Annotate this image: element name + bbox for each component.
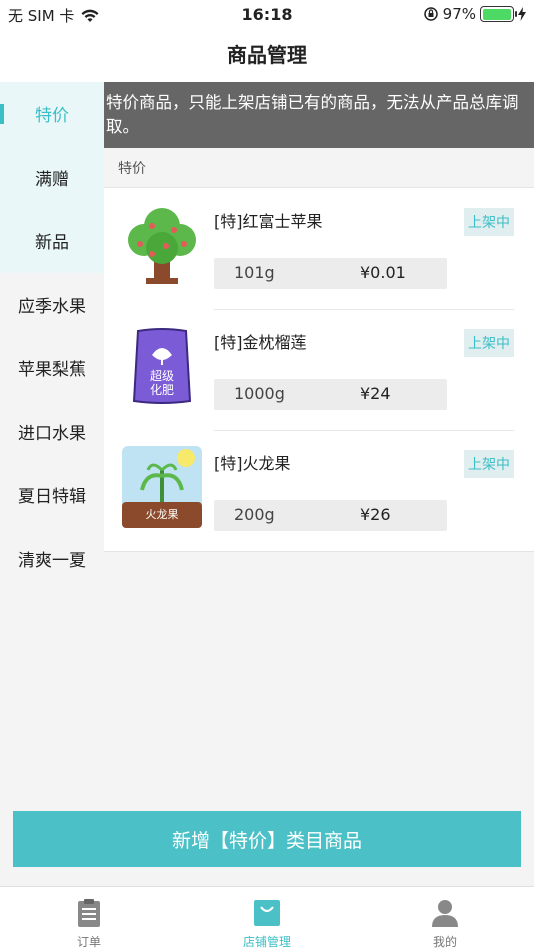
sidebar-item-apple-pear-banana[interactable]: 苹果梨蕉	[0, 336, 104, 400]
product-item[interactable]: [特]红富士苹果 上架中 101g ¥0.01	[104, 188, 534, 309]
product-list: [特]红富士苹果 上架中 101g ¥0.01 超级 化肥 [特]金枕榴莲 上架…	[104, 188, 534, 552]
product-weight: 200g	[234, 505, 275, 524]
tab-orders[interactable]: 订单	[0, 887, 178, 950]
section-header: 特价	[104, 148, 534, 188]
add-category-product-button[interactable]: 新增【特价】类目商品	[13, 811, 521, 867]
page-title: 商品管理	[227, 43, 307, 67]
apple-tree-thumbnail	[128, 208, 196, 284]
sidebar-item-label: 特价	[35, 106, 69, 127]
product-spec: 200g ¥26	[214, 500, 447, 531]
product-name: [特]火龙果	[214, 454, 291, 473]
person-icon	[432, 900, 458, 927]
product-weight: 1000g	[234, 384, 285, 403]
nav-bar: 商品管理	[0, 28, 534, 82]
sidebar-item-gift[interactable]: 满赠	[0, 145, 104, 209]
status-badge: 上架中	[464, 329, 514, 357]
tab-store-management[interactable]: 店铺管理	[178, 887, 356, 950]
fertilizer-bag-thumbnail: 超级 化肥	[132, 328, 192, 404]
battery-fill	[482, 8, 511, 20]
product-spec: 101g ¥0.01	[214, 258, 447, 289]
status-bar: 无 SIM 卡 16:18 97%	[0, 0, 534, 28]
category-sidebar: 特价 满赠 新品 应季水果 苹果梨蕉 进口水果 夏日特辑 清爽一夏	[0, 82, 104, 802]
sidebar-item-label: 应季水果	[18, 296, 86, 317]
charging-icon	[518, 7, 526, 21]
notice-banner: 特价商品，只能上架店铺已有的商品，无法从产品总库调取。	[104, 82, 534, 148]
product-price: ¥26	[360, 505, 391, 524]
sidebar-item-label: 夏日特辑	[18, 487, 86, 508]
sidebar-item-special[interactable]: 特价	[0, 82, 104, 146]
tab-bar: 订单 店铺管理 我的	[0, 886, 534, 950]
sidebar-item-label: 清爽一夏	[18, 550, 86, 571]
sidebar-item-label: 进口水果	[18, 423, 86, 444]
status-badge: 上架中	[464, 450, 514, 478]
clipboard-icon	[78, 899, 100, 927]
sidebar-item-label: 苹果梨蕉	[18, 360, 86, 381]
sidebar-item-summer-special[interactable]: 夏日特辑	[0, 463, 104, 527]
sidebar-item-seasonal[interactable]: 应季水果	[0, 273, 104, 337]
thumbnail-text: 化肥	[150, 383, 174, 397]
dragon-fruit-thumbnail: 火龙果	[122, 446, 202, 528]
thumbnail-text: 超级	[150, 368, 174, 383]
product-name: [特]红富士苹果	[214, 212, 323, 231]
battery-icon	[480, 6, 517, 22]
tab-profile[interactable]: 我的	[356, 887, 534, 950]
orientation-lock-icon	[423, 7, 438, 21]
shopping-bag-icon	[254, 900, 280, 926]
status-right: 97%	[423, 5, 526, 23]
sidebar-item-imported[interactable]: 进口水果	[0, 400, 104, 464]
product-price: ¥0.01	[360, 263, 406, 282]
product-item[interactable]: 火龙果 [特]火龙果 上架中 200g ¥26	[104, 430, 534, 551]
tab-label: 订单	[76, 935, 101, 949]
sidebar-item-cool-summer[interactable]: 清爽一夏	[0, 527, 104, 591]
tab-label: 店铺管理	[242, 935, 291, 949]
thumbnail-label: 火龙果	[146, 508, 179, 521]
status-badge: 上架中	[464, 208, 514, 236]
product-name: [特]金枕榴莲	[214, 333, 307, 352]
sidebar-item-label: 满赠	[35, 169, 69, 190]
sidebar-item-new[interactable]: 新品	[0, 209, 104, 273]
sidebar-item-label: 新品	[35, 233, 69, 254]
product-item[interactable]: 超级 化肥 [特]金枕榴莲 上架中 1000g ¥24	[104, 309, 534, 430]
product-price: ¥24	[360, 384, 391, 403]
product-spec: 1000g ¥24	[214, 379, 447, 410]
battery-percent: 97%	[442, 5, 476, 23]
product-weight: 101g	[234, 263, 275, 282]
tab-label: 我的	[432, 935, 457, 949]
